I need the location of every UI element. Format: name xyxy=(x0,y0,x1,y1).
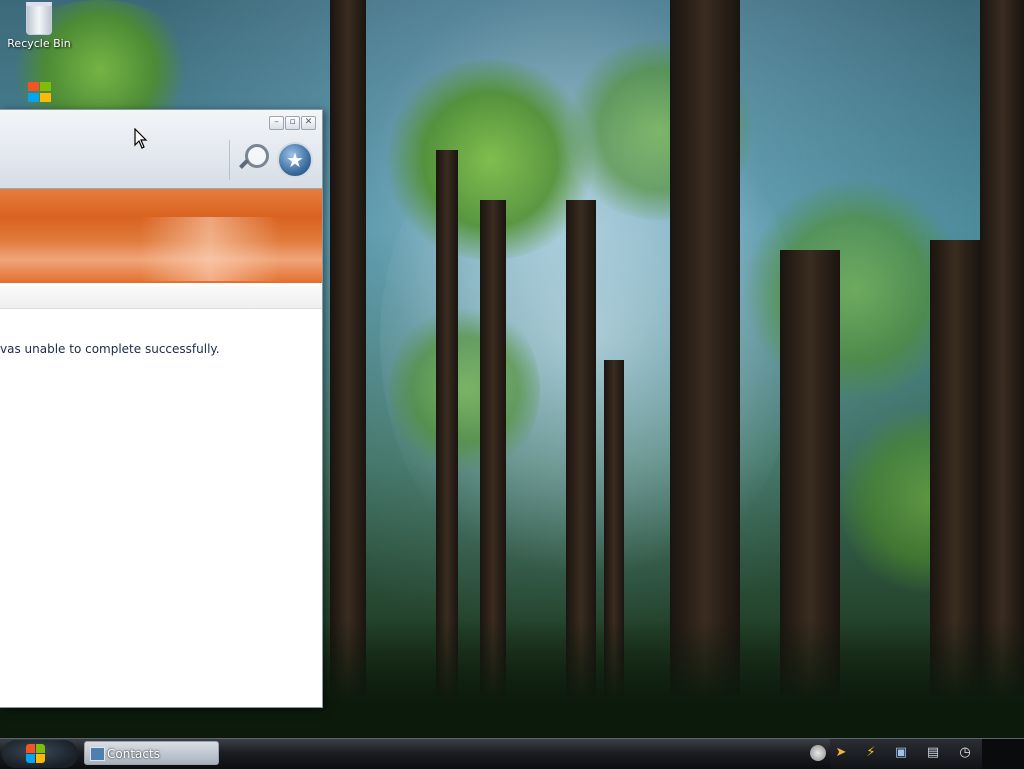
windows-shortcut-icon xyxy=(26,82,52,104)
recycle-bin-label: Recycle Bin xyxy=(7,37,71,50)
maximize-button[interactable]: ▫ xyxy=(285,116,300,130)
contacts-window: – ▫ ✕ ★ vas unable to complete successfu… xyxy=(0,109,323,708)
tree-trunk xyxy=(670,0,740,708)
system-tray: ➤ ⚡ ▣ ▤ ◷ xyxy=(830,739,982,769)
search-icon xyxy=(245,144,269,168)
arrow-icon[interactable]: ➤ xyxy=(832,744,850,762)
error-message: vas unable to complete successfully. xyxy=(0,342,220,356)
search-button[interactable] xyxy=(236,142,270,176)
minimize-button[interactable]: – xyxy=(269,116,284,130)
sidebar-toggle-button[interactable] xyxy=(810,745,826,761)
taskbar: Contacts ➤ ⚡ ▣ ▤ ◷ xyxy=(0,738,1024,769)
windows-orb-icon xyxy=(26,744,46,764)
gadget-icon[interactable]: ▣ xyxy=(892,744,910,762)
tree-trunk xyxy=(980,0,1024,708)
start-button[interactable] xyxy=(2,740,78,768)
close-button[interactable]: ✕ xyxy=(301,116,316,130)
taskbar-item-label: Contacts xyxy=(107,747,160,761)
header-banner xyxy=(0,189,322,286)
network-icon[interactable]: ▤ xyxy=(924,744,942,762)
windows-shortcut[interactable] xyxy=(2,82,76,104)
tree-trunk xyxy=(330,0,366,708)
recycle-bin-icon xyxy=(26,2,52,35)
favorites-button[interactable]: ★ xyxy=(277,142,313,178)
clock-area[interactable] xyxy=(982,739,1024,769)
toolbar-separator xyxy=(229,140,230,180)
lightning-icon[interactable]: ⚡ xyxy=(862,744,880,762)
recycle-bin-shortcut[interactable]: Recycle Bin xyxy=(2,2,76,50)
taskbar-item-contacts[interactable]: Contacts xyxy=(84,741,219,765)
window-titlebar[interactable]: – ▫ ✕ ★ xyxy=(0,110,322,189)
clock-icon[interactable]: ◷ xyxy=(956,744,974,762)
foliage xyxy=(390,300,540,480)
sub-header-bar xyxy=(0,286,322,309)
contacts-icon xyxy=(90,747,105,761)
